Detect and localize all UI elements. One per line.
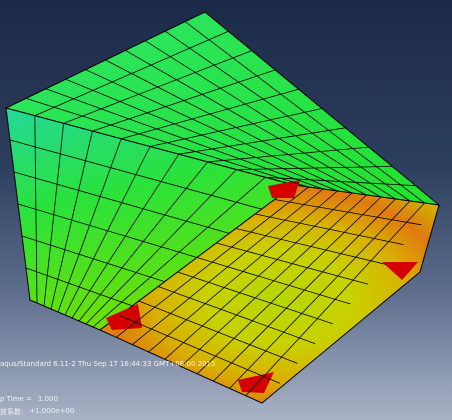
step-time-value: 1.000: [37, 395, 58, 403]
deformation-factor-line: 放系数: +1.000e+00: [0, 407, 74, 417]
deformation-factor-value: +1.000e+00: [29, 407, 75, 415]
model-viewport[interactable]: [0, 0, 452, 420]
step-time-line: p Time = 1.000: [0, 395, 58, 403]
step-time-label: p Time =: [0, 395, 32, 403]
analysis-info-line: aqus/Standard 6.11-2 Thu Sep 17 16:44:33…: [0, 360, 216, 368]
deformation-factor-label: 放系数:: [0, 408, 24, 416]
